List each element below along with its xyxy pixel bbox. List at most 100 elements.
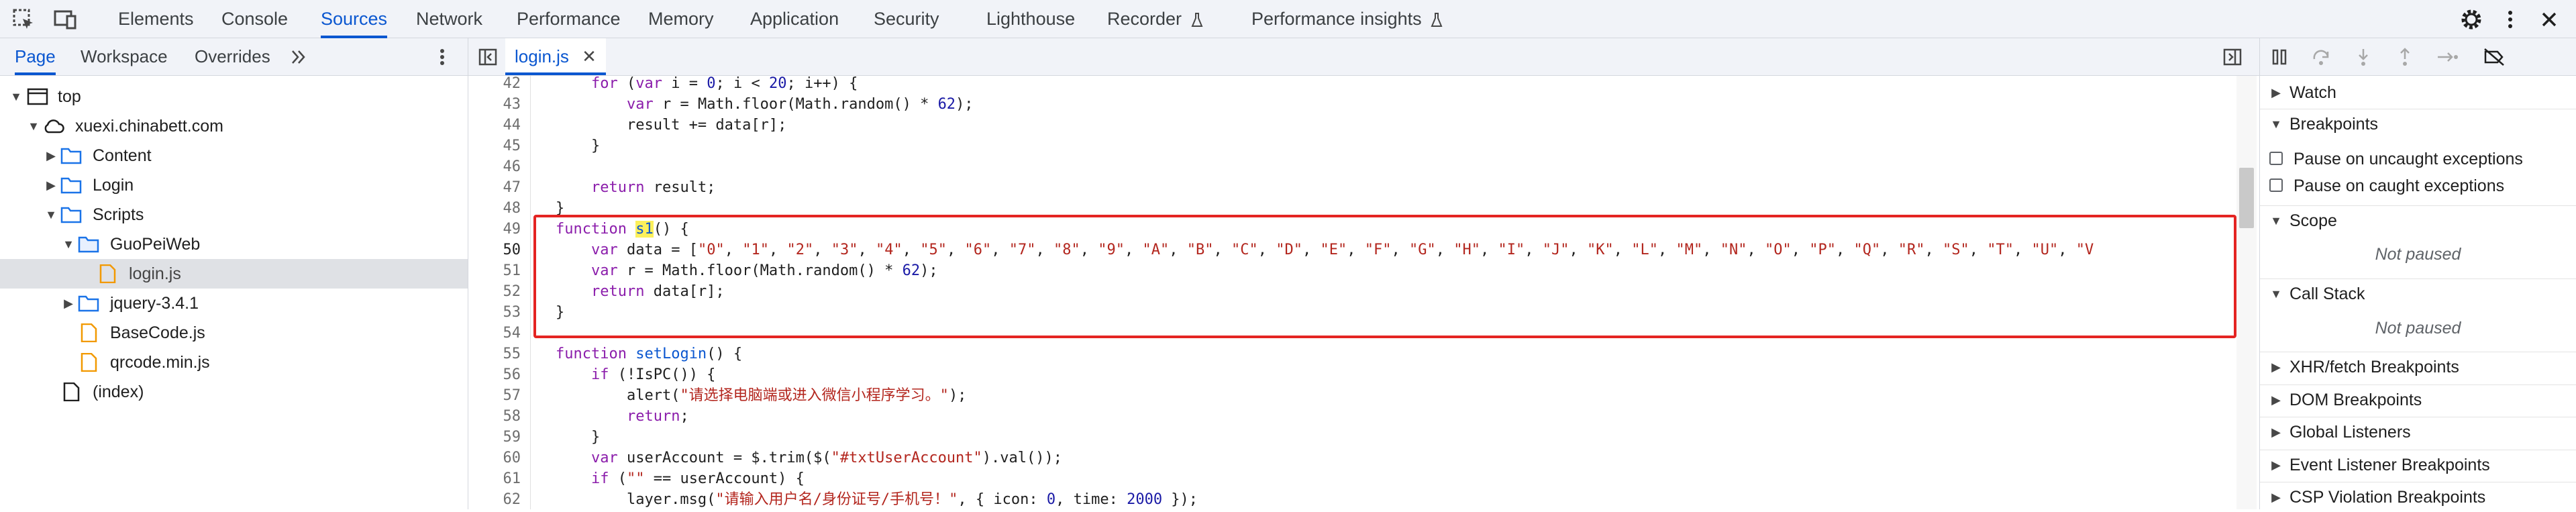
expanded-triangle-icon[interactable]: ▼ (27, 111, 40, 141)
inspect-element-icon[interactable] (11, 7, 36, 32)
section-event-listener-breakpoints[interactable]: ▶ Event Listener Breakpoints (2260, 450, 2576, 480)
collapsed-triangle-icon[interactable]: ▶ (44, 141, 58, 170)
code-line[interactable]: 54 (468, 323, 2240, 344)
code-editor[interactable]: 42 for (var i = 0; i < 20; i++) {43 var … (468, 76, 2240, 509)
code-line[interactable]: 57 alert("请选择电脑端或进入微信小程序学习。"); (468, 385, 2240, 407)
collapsed-triangle-icon[interactable]: ▶ (2269, 385, 2283, 415)
tree-item-folder-guopeiweb[interactable]: ▼ GuoPeiWeb (0, 229, 468, 259)
navigator-tab-workspace[interactable]: Workspace (81, 38, 168, 75)
tab-memory[interactable]: Memory (648, 0, 714, 38)
code-line[interactable]: 62 layer.msg("请输入用户名/身份证号/手机号！", { icon:… (468, 489, 2240, 509)
line-number[interactable]: 48 (468, 198, 521, 219)
code-line[interactable]: 56 if (!IsPC()) { (468, 364, 2240, 386)
line-number[interactable]: 59 (468, 427, 521, 448)
toggle-navigator-icon[interactable] (478, 47, 498, 67)
tab-application[interactable]: Application (750, 0, 839, 38)
line-number[interactable]: 57 (468, 385, 521, 407)
step-icon[interactable] (2436, 47, 2459, 67)
close-devtools-icon[interactable] (2536, 7, 2562, 32)
section-global-listeners[interactable]: ▶ Global Listeners (2260, 417, 2576, 447)
tree-item-file-basecode[interactable]: BaseCode.js (0, 318, 468, 348)
tree-item-domain[interactable]: ▼ xuexi.chinabett.com (0, 111, 468, 141)
line-number[interactable]: 49 (468, 219, 521, 240)
expanded-triangle-icon[interactable]: ▼ (62, 229, 75, 259)
step-out-icon[interactable] (2394, 47, 2416, 67)
pause-uncaught-checkbox[interactable] (2269, 152, 2283, 165)
section-breakpoints[interactable]: ▼ Breakpoints (2260, 109, 2576, 139)
settings-gear-icon[interactable] (2459, 7, 2484, 32)
collapsed-triangle-icon[interactable]: ▶ (44, 170, 58, 200)
tree-item-file-login-js[interactable]: login.js (0, 259, 468, 289)
line-number[interactable]: 55 (468, 344, 521, 365)
tree-item-file-index[interactable]: (index) (0, 377, 468, 407)
tab-elements[interactable]: Elements (118, 0, 194, 38)
section-call-stack[interactable]: ▼ Call Stack (2260, 278, 2576, 309)
code-line[interactable]: 50 var data = ["0", "1", "2", "3", "4", … (468, 240, 2240, 261)
line-number[interactable]: 45 (468, 136, 521, 157)
line-number[interactable]: 50 (468, 240, 521, 261)
tree-item-folder-scripts[interactable]: ▼ Scripts (0, 200, 468, 229)
pause-script-icon[interactable] (2270, 47, 2291, 67)
expanded-triangle-icon[interactable]: ▼ (2269, 109, 2283, 139)
code-line[interactable]: 60 var userAccount = $.trim($("#txtUserA… (468, 448, 2240, 469)
section-xhr-breakpoints[interactable]: ▶ XHR/fetch Breakpoints (2260, 352, 2576, 382)
code-line[interactable]: 55 function setLogin() { (468, 344, 2240, 365)
line-number[interactable]: 56 (468, 364, 521, 386)
line-number[interactable]: 47 (468, 177, 521, 199)
expanded-triangle-icon[interactable]: ▼ (9, 82, 23, 111)
code-line[interactable]: 47 return result; (468, 177, 2240, 199)
code-line[interactable]: 58 return; (468, 406, 2240, 427)
tab-performance-insights[interactable]: Performance insights (1251, 0, 1443, 38)
code-line[interactable]: 53} (468, 302, 2240, 323)
code-line[interactable]: 52 return data[r]; (468, 281, 2240, 303)
more-options-icon[interactable] (2497, 7, 2523, 32)
tab-performance[interactable]: Performance (517, 0, 621, 38)
navigator-tab-overrides[interactable]: Overrides (195, 38, 270, 75)
code-line[interactable]: 49 function s1() { (468, 219, 2240, 240)
tab-security[interactable]: Security (874, 0, 939, 38)
expanded-triangle-icon[interactable]: ▼ (2269, 206, 2283, 236)
line-number[interactable]: 43 (468, 94, 521, 115)
tree-item-folder-login[interactable]: ▶ Login (0, 170, 468, 200)
line-number[interactable]: 62 (468, 489, 521, 509)
section-dom-breakpoints[interactable]: ▶ DOM Breakpoints (2260, 385, 2576, 415)
tab-console[interactable]: Console (221, 0, 288, 38)
section-watch[interactable]: ▶ Watch (2260, 78, 2576, 107)
expanded-triangle-icon[interactable]: ▼ (44, 200, 58, 229)
tab-sources[interactable]: Sources (321, 0, 388, 38)
line-number[interactable]: 51 (468, 260, 521, 282)
collapsed-triangle-icon[interactable]: ▶ (2269, 450, 2283, 480)
line-number[interactable]: 61 (468, 468, 521, 490)
line-number[interactable]: 44 (468, 115, 521, 136)
collapsed-triangle-icon[interactable]: ▶ (2269, 417, 2283, 447)
line-number[interactable]: 42 (468, 76, 521, 95)
code-line[interactable]: 45 } (468, 136, 2240, 157)
line-number[interactable]: 60 (468, 448, 521, 469)
navigator-tab-page[interactable]: Page (15, 38, 56, 75)
tab-lighthouse[interactable]: Lighthouse (986, 0, 1075, 38)
device-toolbar-icon[interactable] (52, 7, 78, 32)
collapsed-triangle-icon[interactable]: ▶ (2269, 352, 2283, 382)
line-number[interactable]: 54 (468, 323, 521, 344)
tab-recorder[interactable]: Recorder (1107, 0, 1203, 38)
collapsed-triangle-icon[interactable]: ▶ (2269, 482, 2283, 512)
collapsed-triangle-icon[interactable]: ▶ (62, 289, 75, 318)
line-number[interactable]: 52 (468, 281, 521, 303)
toggle-debugger-icon[interactable] (2222, 47, 2243, 67)
expanded-triangle-icon[interactable]: ▼ (2269, 279, 2283, 309)
code-line[interactable]: 46 (468, 156, 2240, 178)
more-tabs-chevron-icon[interactable] (289, 47, 309, 67)
editor-vertical-scrollbar[interactable] (2236, 76, 2257, 509)
tree-item-folder-jquery[interactable]: ▶ jquery-3.4.1 (0, 289, 468, 318)
line-number[interactable]: 46 (468, 156, 521, 178)
code-line[interactable]: 59 } (468, 427, 2240, 448)
tree-item-folder-content[interactable]: ▶ Content (0, 141, 468, 170)
editor-file-tab[interactable]: login.js ✕ (505, 38, 606, 75)
collapsed-triangle-icon[interactable]: ▶ (2269, 78, 2283, 107)
tree-item-top[interactable]: ▼ top (0, 82, 468, 111)
navigator-more-icon[interactable] (432, 46, 452, 68)
section-scope[interactable]: ▼ Scope (2260, 205, 2576, 236)
code-line[interactable]: 43 var r = Math.floor(Math.random() * 62… (468, 94, 2240, 115)
code-line[interactable]: 61 if ("" == userAccount) { (468, 468, 2240, 490)
close-file-tab-icon[interactable]: ✕ (582, 46, 597, 66)
